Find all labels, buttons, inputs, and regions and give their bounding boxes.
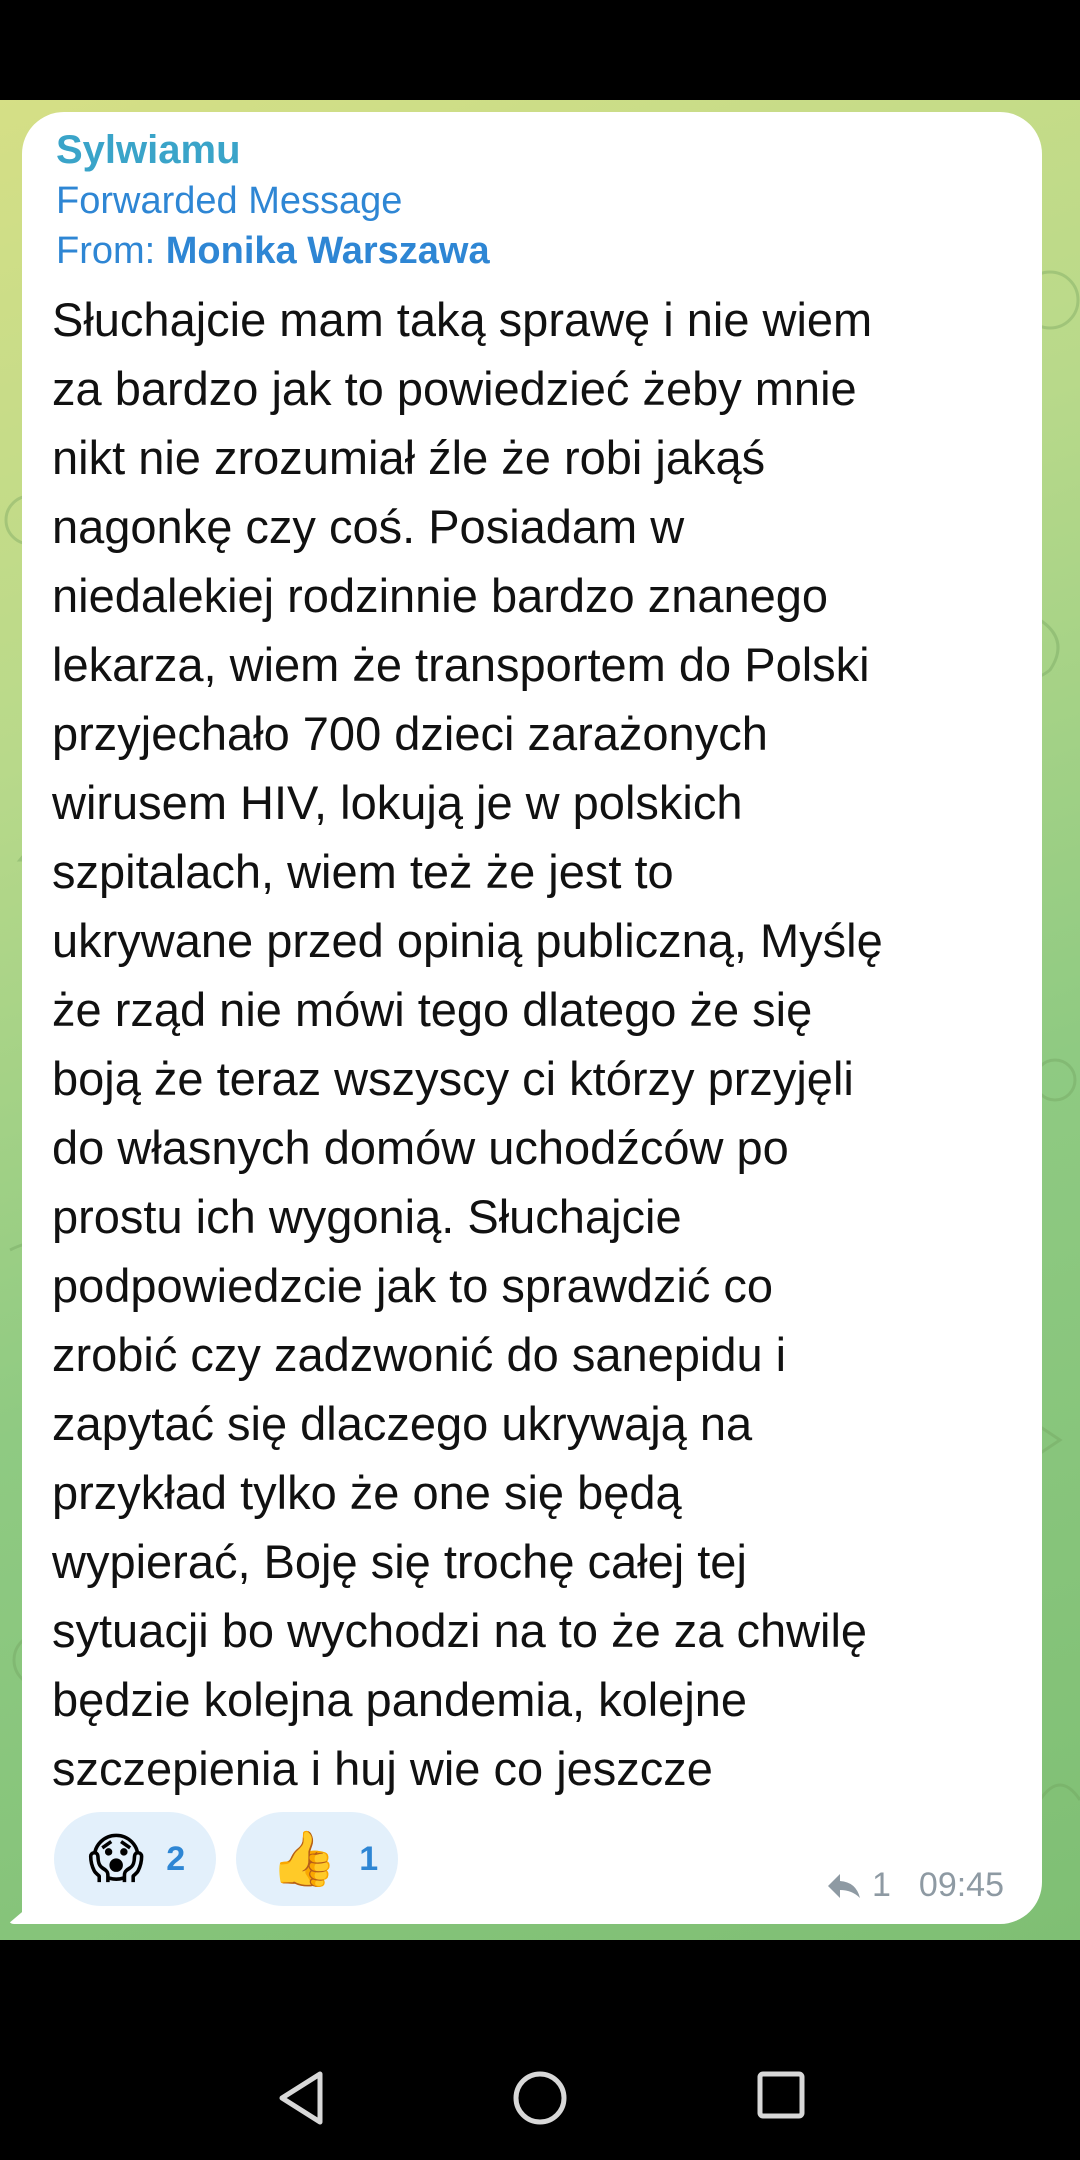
thumbs-up-icon: 👍 [270,1829,338,1889]
screaming-face-icon: 😱 [88,1829,145,1889]
reaction-count: 1 [359,1839,379,1878]
forwarded-from[interactable]: From: Monika Warszawa [56,230,490,273]
sender-name[interactable]: Sylwiamu [56,128,241,173]
message-time: 09:45 [918,1866,1004,1904]
reaction-screaming[interactable]: 😱 2 [54,1812,216,1906]
recents-icon[interactable] [756,2070,806,2120]
back-icon[interactable] [276,2070,326,2126]
forwarded-from-name[interactable]: Monika Warszawa [166,230,490,272]
message-meta: 1 09:45 [826,1866,1004,1905]
forwarded-from-prefix: From: [56,230,156,272]
navigation-bar [0,1940,1080,2160]
forwarded-label: Forwarded Message [56,180,403,222]
reaction-count: 2 [166,1839,186,1878]
reaction-thumbs-up[interactable]: 👍 1 [236,1812,398,1906]
message-text: Słuchajcie mam taką sprawę i nie wiem za… [52,293,883,1795]
forwards-count: 1 [871,1866,891,1904]
status-bar [0,0,1080,100]
forward-arrow-icon [827,1873,860,1898]
home-icon[interactable] [512,2070,568,2126]
